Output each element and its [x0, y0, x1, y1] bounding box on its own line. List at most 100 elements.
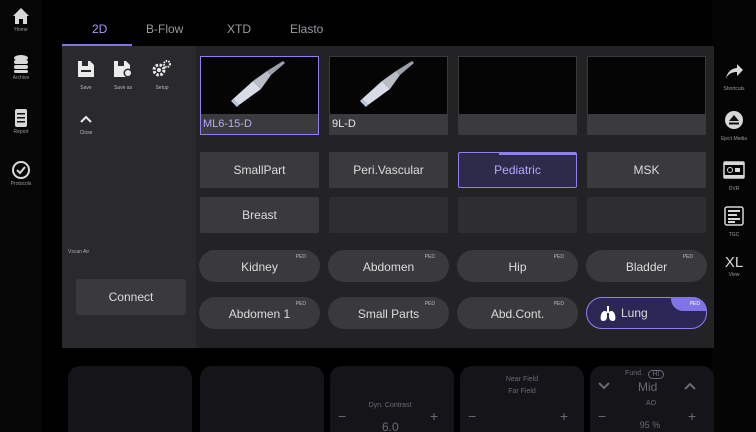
bottom-controls: Dyn. Contrast − + 6.0 Near Field Far Fie…	[62, 352, 714, 432]
ped-badge: PED	[424, 301, 435, 307]
save-label: Save	[80, 85, 92, 91]
chevron-up-icon	[80, 115, 92, 123]
app-breast[interactable]: Breast	[200, 197, 319, 233]
setup-button[interactable]: Setup	[148, 60, 176, 91]
home-label: Home	[14, 27, 28, 33]
far-field-label: Far Field	[508, 388, 536, 395]
tab-xtd[interactable]: XTD	[227, 22, 251, 36]
save-as-icon	[114, 61, 133, 78]
preset-label: Lung	[621, 306, 648, 320]
save-button[interactable]: Save	[74, 60, 98, 91]
probe-name-3	[459, 114, 576, 134]
preset-abdomen[interactable]: Abdomen PED	[328, 250, 449, 282]
bottom-panel-2	[200, 366, 324, 432]
dyn-contrast-minus[interactable]: −	[338, 408, 346, 424]
probe-slot-2[interactable]: 9L-D	[329, 56, 448, 135]
gear-icon	[152, 60, 171, 77]
near-field-label: Near Field	[505, 376, 539, 383]
lungs-icon	[600, 306, 616, 321]
probe-name-1: ML6-15-D	[201, 114, 318, 134]
probe-preset-panel: Save Save as Setup Close Vscan Air Conne…	[62, 46, 714, 348]
probe-slot-3[interactable]	[458, 56, 577, 135]
tools-panel: Save Save as Setup Close Vscan Air Conne…	[62, 46, 196, 348]
app-empty-2	[458, 197, 577, 233]
preset-label: Kidney	[241, 260, 278, 274]
ped-badge: PED	[424, 254, 435, 260]
view-button[interactable]: XL View	[712, 254, 756, 278]
probe-name-2: 9L-D	[330, 114, 447, 134]
chevron-down-icon[interactable]	[598, 382, 610, 390]
ped-badge: PED	[553, 254, 564, 260]
app-empty-1	[329, 197, 448, 233]
left-sidebar: Home Archive Report Protocols	[0, 0, 42, 432]
database-icon	[14, 55, 28, 73]
preset-hip[interactable]: Hip PED	[457, 250, 578, 282]
preset-label: Abdomen	[362, 260, 415, 274]
close-button[interactable]: Close	[74, 110, 98, 136]
ao-label: AO	[645, 400, 657, 407]
preset-label: Bladder	[625, 260, 668, 274]
report-button[interactable]: Report	[0, 108, 42, 135]
tgc-icon	[724, 206, 744, 226]
home-button[interactable]: Home	[0, 6, 42, 33]
archive-button[interactable]: Archive	[0, 54, 42, 81]
linear-probe-icon	[231, 61, 285, 107]
preset-lung[interactable]: Lung PED	[586, 297, 707, 329]
preset-abd-cont[interactable]: Abd.Cont. PED	[457, 297, 578, 329]
app-msk[interactable]: MSK	[587, 152, 706, 188]
ao-value: 95 %	[639, 420, 661, 430]
right-sidebar: Shortcuts Eject Media DVR TGC XL View	[712, 0, 756, 432]
preset-abdomen-1[interactable]: Abdomen 1 PED	[199, 297, 320, 329]
ao-minus[interactable]: −	[598, 408, 606, 424]
dvr-button[interactable]: DVR	[712, 160, 756, 192]
preset-label: Abdomen 1	[228, 307, 291, 321]
hi-badge[interactable]: HI	[648, 370, 664, 379]
focus-minus[interactable]: −	[468, 408, 476, 424]
shortcuts-button[interactable]: Shortcuts	[712, 62, 756, 92]
preset-small-parts[interactable]: Small Parts PED	[328, 297, 449, 329]
preset-kidney[interactable]: Kidney PED	[199, 250, 320, 282]
probe-slot-4[interactable]	[587, 56, 706, 135]
dvr-icon	[723, 161, 745, 179]
preset-label: Abd.Cont.	[490, 307, 545, 321]
connect-button[interactable]: Connect	[76, 279, 186, 315]
app-empty-3	[587, 197, 706, 233]
ao-plus[interactable]: +	[688, 408, 696, 424]
report-label: Report	[13, 129, 29, 135]
report-icon	[15, 109, 27, 127]
tab-b-flow[interactable]: B-Flow	[146, 22, 183, 36]
shortcuts-label: Shortcuts	[723, 86, 745, 92]
check-circle-icon	[12, 161, 30, 179]
voice-label: Vscan Air	[68, 249, 90, 255]
chevron-up-icon[interactable]	[684, 382, 696, 390]
bottom-panel-1	[68, 366, 192, 432]
preset-label: Hip	[508, 260, 527, 274]
app-smallpart[interactable]: SmallPart	[200, 152, 319, 188]
save-icon	[78, 61, 94, 77]
fund-label: Fund.	[625, 370, 643, 377]
ped-badge: PED	[689, 301, 700, 307]
tab-elasto[interactable]: Elasto	[290, 22, 323, 36]
save-as-button[interactable]: Save as	[108, 60, 138, 91]
eject-icon	[725, 111, 743, 129]
close-label: Close	[79, 130, 93, 136]
ped-badge: PED	[295, 301, 306, 307]
archive-label: Archive	[12, 75, 30, 81]
probe-name-4	[588, 114, 705, 134]
preset-bladder[interactable]: Bladder PED	[586, 250, 707, 282]
app-peri-vascular[interactable]: Peri.Vascular	[329, 152, 448, 188]
dyn-contrast-plus[interactable]: +	[430, 408, 438, 424]
dyn-contrast-label: Dyn. Contrast	[368, 402, 412, 409]
dvr-label: DVR	[728, 186, 740, 192]
protocols-label: Protocols	[10, 181, 32, 187]
tgc-button[interactable]: TGC	[712, 206, 756, 238]
protocols-button[interactable]: Protocols	[0, 160, 42, 187]
focus-plus[interactable]: +	[560, 408, 568, 424]
arrow-right-icon	[726, 64, 743, 78]
eject-media-button[interactable]: Eject Media	[712, 110, 756, 142]
probe-slot-1[interactable]: ML6-15-D	[200, 56, 319, 135]
fund-value: Mid	[638, 380, 658, 394]
tab-2d[interactable]: 2D	[92, 22, 107, 36]
setup-label: Setup	[155, 85, 169, 91]
app-pediatric[interactable]: Pediatric	[458, 152, 577, 188]
